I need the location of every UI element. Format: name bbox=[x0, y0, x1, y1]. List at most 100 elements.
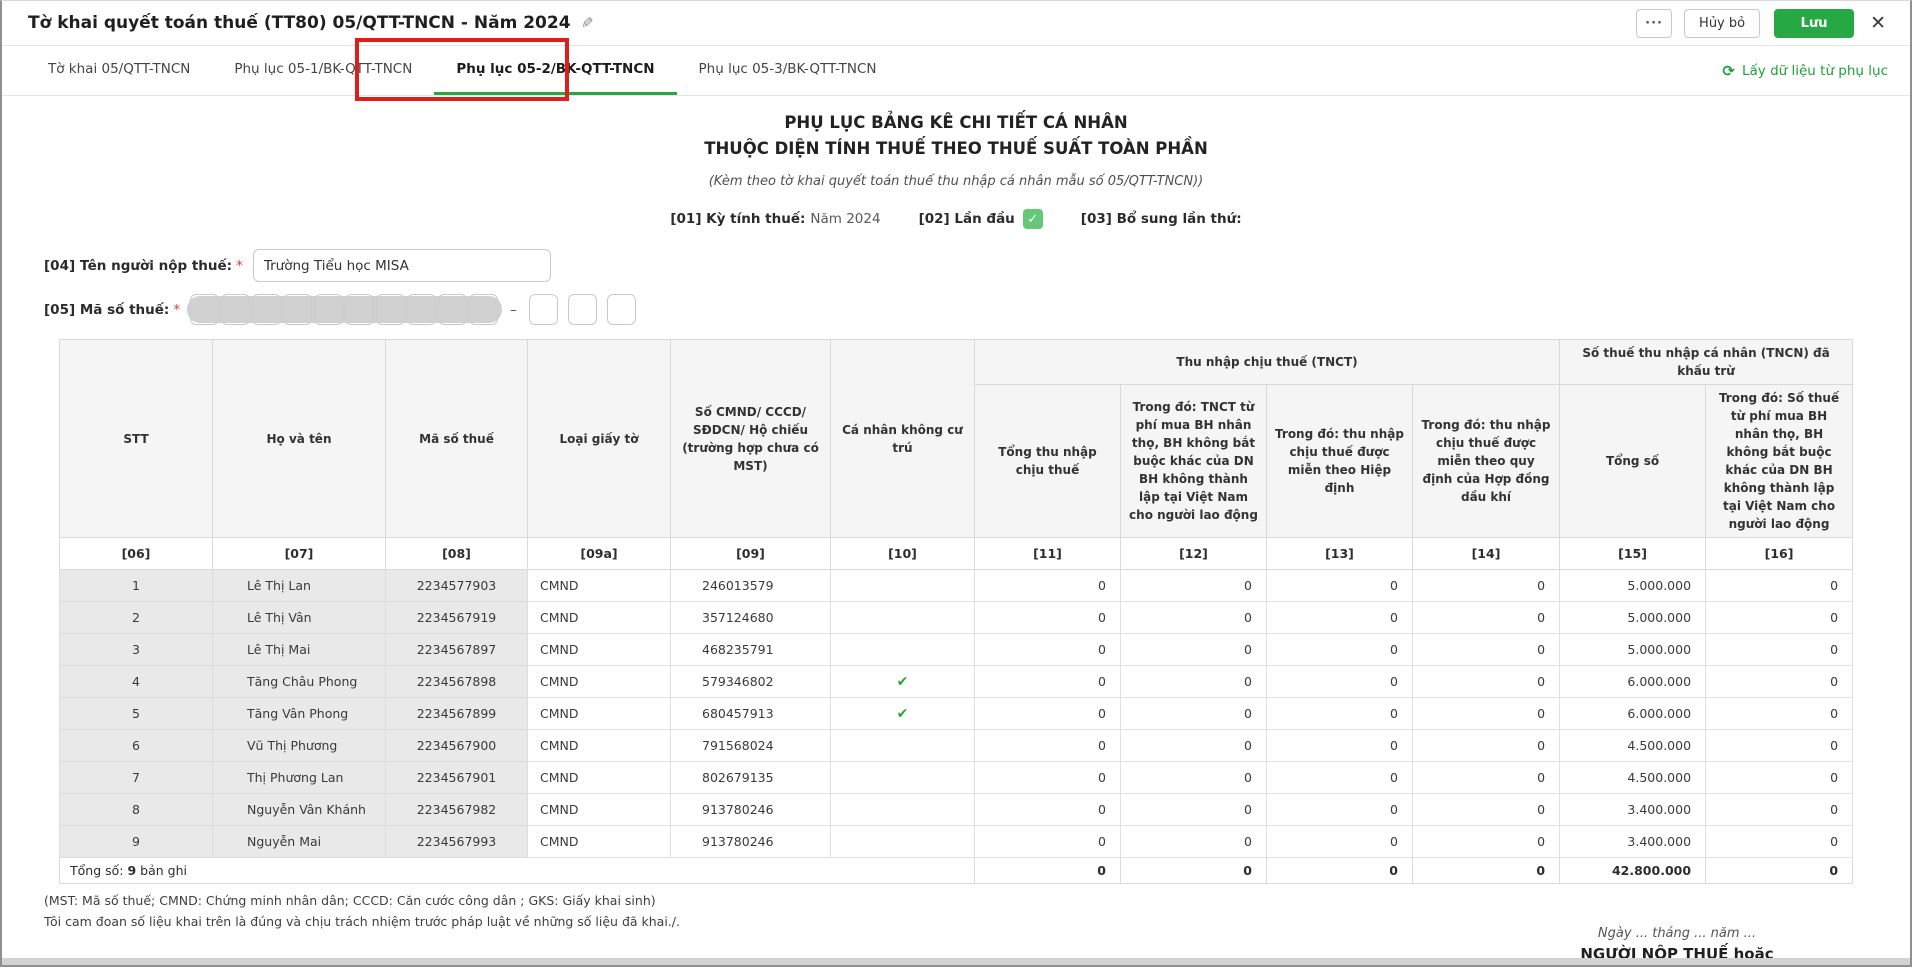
tax-code-boxes[interactable] bbox=[190, 294, 498, 325]
cell-12[interactable]: 0 bbox=[1121, 570, 1267, 602]
cell-15[interactable]: 5.000.000 bbox=[1560, 634, 1706, 666]
cell-15[interactable]: 5.000.000 bbox=[1560, 602, 1706, 634]
cell-doc-type[interactable]: CMND bbox=[528, 634, 671, 666]
cell-13[interactable]: 0 bbox=[1267, 698, 1413, 730]
cell-16[interactable]: 0 bbox=[1706, 698, 1853, 730]
cell-nonresident[interactable] bbox=[831, 602, 975, 634]
cell-15[interactable]: 4.500.000 bbox=[1560, 762, 1706, 794]
close-icon[interactable]: ✕ bbox=[1870, 14, 1886, 33]
cell-nonresident[interactable] bbox=[831, 730, 975, 762]
cell-doc-type[interactable]: CMND bbox=[528, 762, 671, 794]
cell-15[interactable]: 6.000.000 bbox=[1560, 698, 1706, 730]
cell-11[interactable]: 0 bbox=[975, 666, 1121, 698]
cell-doc-no[interactable]: 579346802 bbox=[671, 666, 831, 698]
cell-14[interactable]: 0 bbox=[1413, 698, 1560, 730]
cell-13[interactable]: 0 bbox=[1267, 826, 1413, 858]
tax-code-suffix-boxes[interactable] bbox=[529, 294, 636, 325]
cell-11[interactable]: 0 bbox=[975, 762, 1121, 794]
cell-15[interactable]: 6.000.000 bbox=[1560, 666, 1706, 698]
tab-phu-luc-05-3[interactable]: Phụ lục 05-3/BK-QTT-TNCN bbox=[677, 46, 899, 95]
edit-icon[interactable]: ✎ bbox=[581, 14, 594, 32]
cell-13[interactable]: 0 bbox=[1267, 634, 1413, 666]
cell-11[interactable]: 0 bbox=[975, 602, 1121, 634]
get-data-from-appendix-link[interactable]: ⟳ Lấy dữ liệu từ phụ lục bbox=[1722, 46, 1888, 95]
cell-13[interactable]: 0 bbox=[1267, 730, 1413, 762]
cell-11[interactable]: 0 bbox=[975, 730, 1121, 762]
cell-14[interactable]: 0 bbox=[1413, 730, 1560, 762]
cell-doc-no[interactable]: 802679135 bbox=[671, 762, 831, 794]
cell-nonresident[interactable] bbox=[831, 570, 975, 602]
cell-doc-type[interactable]: CMND bbox=[528, 570, 671, 602]
cell-12[interactable]: 0 bbox=[1121, 794, 1267, 826]
cell-nonresident[interactable] bbox=[831, 826, 975, 858]
first-time-checkbox[interactable]: ✓ bbox=[1023, 209, 1043, 229]
bottom-scrollbar[interactable] bbox=[2, 958, 1910, 965]
cell-14[interactable]: 0 bbox=[1413, 570, 1560, 602]
cell-11[interactable]: 0 bbox=[975, 634, 1121, 666]
cell-doc-type[interactable]: CMND bbox=[528, 602, 671, 634]
col-header-mst: Mã số thuế bbox=[386, 340, 528, 538]
cell-doc-type[interactable]: CMND bbox=[528, 826, 671, 858]
cell-16[interactable]: 0 bbox=[1706, 794, 1853, 826]
cell-12[interactable]: 0 bbox=[1121, 826, 1267, 858]
cell-12[interactable]: 0 bbox=[1121, 634, 1267, 666]
cell-doc-no[interactable]: 913780246 bbox=[671, 826, 831, 858]
cell-doc-no[interactable]: 468235791 bbox=[671, 634, 831, 666]
cell-16[interactable]: 0 bbox=[1706, 762, 1853, 794]
cell-15[interactable]: 5.000.000 bbox=[1560, 570, 1706, 602]
tab-to-khai-05-qtt-tncn[interactable]: Tờ khai 05/QTT-TNCN bbox=[26, 46, 212, 95]
cell-doc-no[interactable]: 246013579 bbox=[671, 570, 831, 602]
cell-11[interactable]: 0 bbox=[975, 826, 1121, 858]
cell-14[interactable]: 0 bbox=[1413, 794, 1560, 826]
cell-16[interactable]: 0 bbox=[1706, 570, 1853, 602]
cell-13[interactable]: 0 bbox=[1267, 602, 1413, 634]
cell-13[interactable]: 0 bbox=[1267, 570, 1413, 602]
cell-doc-no[interactable]: 357124680 bbox=[671, 602, 831, 634]
cell-doc-type[interactable]: CMND bbox=[528, 794, 671, 826]
period-row: [01] Kỳ tính thuế:Năm 2024 [02] Lần đầu✓… bbox=[44, 209, 1868, 229]
cancel-button[interactable]: Hủy bỏ bbox=[1684, 9, 1760, 38]
cell-nonresident[interactable] bbox=[831, 794, 975, 826]
cell-16[interactable]: 0 bbox=[1706, 602, 1853, 634]
cell-doc-no[interactable]: 913780246 bbox=[671, 794, 831, 826]
cell-12[interactable]: 0 bbox=[1121, 666, 1267, 698]
cell-13[interactable]: 0 bbox=[1267, 666, 1413, 698]
cell-15[interactable]: 3.400.000 bbox=[1560, 794, 1706, 826]
cell-16[interactable]: 0 bbox=[1706, 634, 1853, 666]
taxpayer-name-input[interactable] bbox=[253, 249, 551, 282]
tab-phu-luc-05-1[interactable]: Phụ lục 05-1/BK-QTT-TNCN bbox=[212, 46, 434, 95]
cell-nonresident[interactable]: ✔ bbox=[831, 666, 975, 698]
cell-nonresident[interactable]: ✔ bbox=[831, 698, 975, 730]
cell-doc-type[interactable]: CMND bbox=[528, 730, 671, 762]
cell-12[interactable]: 0 bbox=[1121, 698, 1267, 730]
cell-11[interactable]: 0 bbox=[975, 698, 1121, 730]
cell-14[interactable]: 0 bbox=[1413, 666, 1560, 698]
more-actions-button[interactable]: ··· bbox=[1636, 9, 1672, 38]
cell-doc-type[interactable]: CMND bbox=[528, 666, 671, 698]
cell-14[interactable]: 0 bbox=[1413, 762, 1560, 794]
cell-doc-no[interactable]: 791568024 bbox=[671, 730, 831, 762]
tab-phu-luc-05-2[interactable]: Phụ lục 05-2/BK-QTT-TNCN bbox=[434, 46, 676, 95]
cell-13[interactable]: 0 bbox=[1267, 794, 1413, 826]
cell-stt: 3 bbox=[60, 634, 213, 666]
column-code: [16] bbox=[1706, 538, 1853, 570]
cell-15[interactable]: 4.500.000 bbox=[1560, 730, 1706, 762]
cell-16[interactable]: 0 bbox=[1706, 826, 1853, 858]
cell-16[interactable]: 0 bbox=[1706, 666, 1853, 698]
cell-nonresident[interactable] bbox=[831, 762, 975, 794]
cell-14[interactable]: 0 bbox=[1413, 602, 1560, 634]
cell-16[interactable]: 0 bbox=[1706, 730, 1853, 762]
cell-11[interactable]: 0 bbox=[975, 570, 1121, 602]
cell-12[interactable]: 0 bbox=[1121, 762, 1267, 794]
cell-13[interactable]: 0 bbox=[1267, 762, 1413, 794]
cell-nonresident[interactable] bbox=[831, 634, 975, 666]
cell-12[interactable]: 0 bbox=[1121, 730, 1267, 762]
cell-15[interactable]: 3.400.000 bbox=[1560, 826, 1706, 858]
cell-doc-no[interactable]: 680457913 bbox=[671, 698, 831, 730]
cell-doc-type[interactable]: CMND bbox=[528, 698, 671, 730]
cell-14[interactable]: 0 bbox=[1413, 826, 1560, 858]
cell-12[interactable]: 0 bbox=[1121, 602, 1267, 634]
save-button[interactable]: Lưu bbox=[1774, 9, 1854, 38]
cell-11[interactable]: 0 bbox=[975, 794, 1121, 826]
cell-14[interactable]: 0 bbox=[1413, 634, 1560, 666]
